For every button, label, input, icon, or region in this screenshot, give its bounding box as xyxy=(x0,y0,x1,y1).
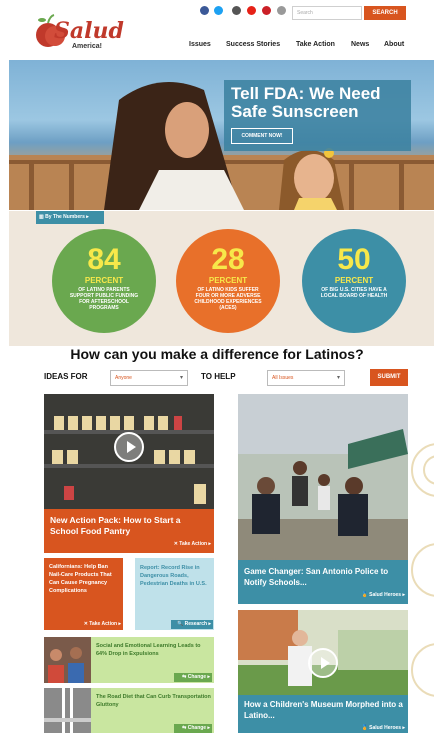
card-food-pantry[interactable]: New Action Pack: How to Start a School F… xyxy=(44,394,214,553)
to-help-select[interactable]: All Issues ▾ xyxy=(267,370,345,386)
to-help-label: TO HELP xyxy=(201,372,236,381)
play-icon[interactable] xyxy=(308,648,338,678)
salud-heroes-tag[interactable]: 🏅 Salud Heroes ▸ xyxy=(333,725,406,731)
card-museum[interactable]: How a Children's Museum Morphed into a L… xyxy=(238,610,408,733)
card-road-diet[interactable]: The Road Diet that Can Curb Transportati… xyxy=(44,688,214,733)
stat-circle-1[interactable]: 84 PERCENT OF LATINO PARENTS SUPPORT PUB… xyxy=(52,229,156,333)
ideas-for-label: IDEAS FOR xyxy=(44,372,88,381)
youtube-icon[interactable] xyxy=(247,6,256,15)
nav-issues[interactable]: Issues xyxy=(189,41,211,48)
comment-now-button[interactable]: COMMENT NOW! xyxy=(231,128,293,144)
submit-button[interactable]: SUBMIT xyxy=(370,369,408,386)
nav-success-stories[interactable]: Success Stories xyxy=(226,41,280,48)
card-roads-report[interactable]: Report: Record Rise in Dangerous Roads, … xyxy=(135,558,214,630)
play-icon[interactable] xyxy=(114,432,144,462)
arrow-right-icon: ▸ xyxy=(84,214,89,220)
twitter-icon[interactable] xyxy=(214,6,223,15)
card-social-emotional[interactable]: Social and Emotional Learning Leads to 6… xyxy=(44,637,214,683)
instagram-icon[interactable] xyxy=(232,6,241,15)
tag-label: Change xyxy=(187,725,207,731)
tag-label: Take Action xyxy=(179,541,208,547)
stat-description: OF LATINO KIDS SUFFER FOUR OR MORE ADVER… xyxy=(194,287,262,311)
decorative-pattern xyxy=(411,443,434,697)
card-title: Californians: Help Ban Nail-Care Product… xyxy=(49,564,112,594)
card-title: Report: Record Rise in Dangerous Roads, … xyxy=(140,565,207,587)
nav-about[interactable]: About xyxy=(384,41,404,48)
section-headline: How can you make a difference for Latino… xyxy=(70,346,364,362)
search-button[interactable]: SEARCH xyxy=(364,6,406,20)
by-the-numbers-label: By The Numbers xyxy=(45,214,85,220)
stat-number: 50 xyxy=(337,243,371,276)
classroom-photo xyxy=(44,637,91,683)
card-title: New Action Pack: How to Start a School F… xyxy=(50,515,181,536)
police-photo xyxy=(238,394,408,560)
stat-unit: PERCENT xyxy=(84,276,124,285)
tag-label: Research xyxy=(184,621,208,627)
stat-unit: PERCENT xyxy=(334,276,374,285)
pinterest-icon[interactable] xyxy=(262,6,271,15)
stat-description: OF BIG U.S. CITIES HAVE A LOCAL BOARD OF… xyxy=(320,287,388,299)
tag-label: Take Action xyxy=(89,621,118,627)
research-tag[interactable]: 🔍 Research ▸ xyxy=(171,620,213,629)
facebook-icon[interactable] xyxy=(200,6,209,15)
nav-take-action[interactable]: Take Action xyxy=(296,41,335,48)
card-title: How a Children's Museum Morphed into a L… xyxy=(244,700,403,720)
logo-text: Salud xyxy=(54,18,124,44)
chevron-down-icon: ▾ xyxy=(179,375,183,381)
change-tag[interactable]: ⇆ Change ▸ xyxy=(174,673,212,682)
card-title: Game Changer: San Antonio Police to Noti… xyxy=(244,567,389,587)
road-photo xyxy=(44,688,91,733)
tag-label: Change xyxy=(187,674,207,680)
stat-description: OF LATINO PARENTS SUPPORT PUBLIC FUNDING… xyxy=(69,287,139,311)
ideas-for-select[interactable]: Anyone ▾ xyxy=(110,370,188,386)
card-title: Social and Emotional Learning Leads to 6… xyxy=(96,643,201,657)
email-icon[interactable] xyxy=(277,6,286,15)
salud-heroes-tag[interactable]: 🏅 Salud Heroes ▸ xyxy=(333,592,406,598)
salud-america-logo[interactable]: Salud America! xyxy=(36,12,124,54)
stat-circle-2[interactable]: 28 PERCENT OF LATINO KIDS SUFFER FOUR OR… xyxy=(176,229,280,333)
logo-subtext: America! xyxy=(72,43,102,50)
change-tag[interactable]: ⇆ Change ▸ xyxy=(174,724,212,733)
stat-number: 84 xyxy=(87,243,121,276)
stat-number: 28 xyxy=(211,243,245,276)
by-the-numbers-tab[interactable]: ▥ By The Numbers ▸ xyxy=(36,211,104,224)
ideas-for-value: Anyone xyxy=(115,375,132,381)
tag-label: Salud Heroes xyxy=(369,592,402,598)
card-police[interactable]: Game Changer: San Antonio Police to Noti… xyxy=(238,394,408,604)
search-input[interactable]: Search xyxy=(292,6,362,20)
take-action-tag[interactable]: ✕ Take Action ▸ xyxy=(64,621,121,627)
to-help-value: All Issues xyxy=(272,375,294,381)
chevron-down-icon: ▾ xyxy=(336,375,340,381)
stat-circle-3[interactable]: 50 PERCENT OF BIG U.S. CITIES HAVE A LOC… xyxy=(302,229,406,333)
take-action-tag[interactable]: ✕ Take Action ▸ xyxy=(154,541,211,547)
tag-label: Salud Heroes xyxy=(369,725,402,731)
card-nail-care[interactable]: Californians: Help Ban Nail-Care Product… xyxy=(44,558,123,630)
stat-unit: PERCENT xyxy=(208,276,248,285)
card-title: The Road Diet that Can Curb Transportati… xyxy=(96,694,211,708)
hero-title: Tell FDA: We Need Safe Sunscreen xyxy=(231,84,381,121)
nav-news[interactable]: News xyxy=(351,41,369,48)
